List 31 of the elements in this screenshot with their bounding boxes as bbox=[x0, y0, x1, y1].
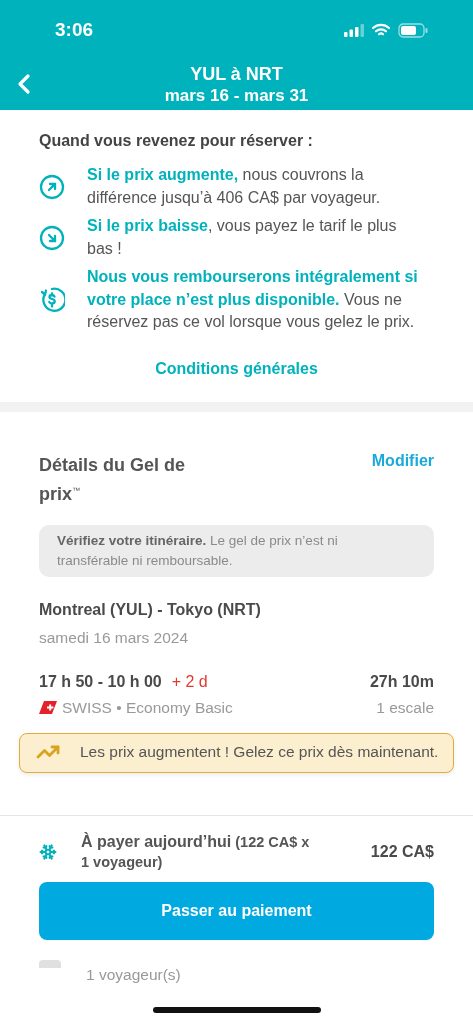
flight-route: Montreal (YUL) - Tokyo (NRT) bbox=[39, 600, 262, 619]
itinerary-notice: Vérifiez votre itinéraire. Le gel de prix n’est ni transférable ni remboursable. bbox=[39, 524, 434, 577]
battery-icon bbox=[398, 22, 428, 38]
airline-cabin: SWISS • Economy Basic bbox=[62, 698, 233, 717]
traveler-count: 1 voyageur(s) bbox=[86, 966, 181, 984]
price-alert-text: Les prix augmentent ! Gelez ce prix dès maintenant. bbox=[80, 742, 439, 762]
stops-count: 1 escale bbox=[376, 698, 434, 717]
pay-amount: 122 CA$ bbox=[370, 843, 434, 861]
wifi-icon bbox=[371, 23, 391, 37]
edit-link[interactable]: Modifier bbox=[371, 451, 434, 470]
signal-icon bbox=[344, 23, 364, 37]
snowflake-icon bbox=[39, 843, 57, 861]
flight-duration: 27h 10m bbox=[369, 672, 434, 691]
airline-logo-icon bbox=[39, 701, 57, 714]
status-time: 3:06 bbox=[55, 19, 94, 41]
details-title: Détails du Gel de prix$^{™}$ bbox=[39, 453, 187, 506]
checkout-button[interactable]: Passer au paiement bbox=[39, 882, 434, 940]
header-dates: mars 16 - mars 31 bbox=[164, 85, 309, 107]
arrow-up-right-icon bbox=[39, 173, 65, 200]
refund-dollar-icon bbox=[39, 286, 65, 313]
day-offset: + 2 d bbox=[171, 672, 208, 690]
terms-link[interactable]: Conditions générales bbox=[155, 359, 318, 378]
benefit-text: Nous vous rembourserons intégralement si votre place n’est plus disponible. Vous ne réservez pas ce vol lorsque vous gelez le prix. bbox=[87, 267, 419, 332]
benefit-text: Si le prix baisse, vous payez le tarif le plus bas ! bbox=[87, 216, 398, 259]
flight-times: 17 h 50 - 10 h 00 bbox=[39, 672, 162, 690]
arrow-down-right-icon bbox=[39, 224, 65, 251]
flight-date: samedi 16 mars 2024 bbox=[39, 628, 190, 647]
header-title: YUL à NRT bbox=[190, 63, 283, 85]
section-heading: Quand vous revenez pour réserver : bbox=[39, 132, 314, 150]
benefit-text: Si le prix augmente, nous couvrons la différence jusqu’à 406 CA$ par voyageur. bbox=[87, 165, 382, 208]
pay-today-label: À payer aujourd’hui (122 CA$ x 1 voyageur) bbox=[81, 832, 311, 872]
